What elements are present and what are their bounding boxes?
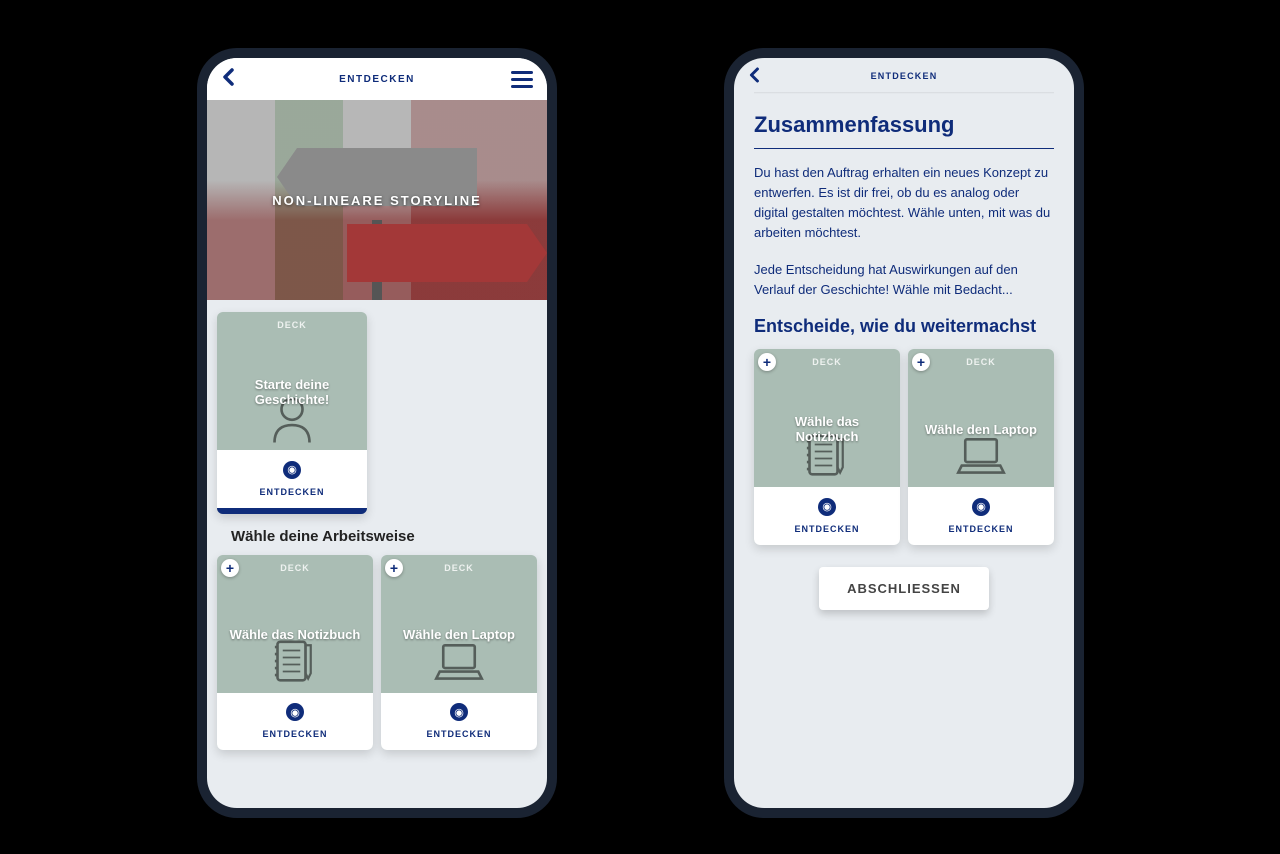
summary-heading: Zusammenfassung [754, 112, 1054, 138]
card-action-label: ENTDECKEN [794, 524, 859, 534]
phone-mockup-left: ENTDECKEN NON-LINEARE STORYLINE DECK Sta… [197, 48, 557, 818]
phone-mockup-right: ENTDECKEN Zusammenfassung Du hast den Au… [724, 48, 1084, 818]
summary-paragraph-2: Jede Entscheidung hat Auswirkungen auf d… [754, 260, 1054, 300]
card-title: Starte deine Geschichte! [217, 377, 367, 407]
hero-banner: NON-LINEARE STORYLINE [207, 100, 547, 300]
compass-icon: ◉ [818, 498, 836, 516]
deck-card-laptop[interactable]: + DECK Wähle den Laptop ◉ ENTDECKEN [908, 349, 1054, 545]
finish-button[interactable]: ABSCHLIESSEN [819, 567, 989, 610]
compass-icon: ◉ [972, 498, 990, 516]
plus-badge-icon: + [385, 559, 403, 577]
card-action-area[interactable]: ◉ ENTDECKEN [217, 693, 373, 751]
deck-card-notebook[interactable]: + DECK Wähle das Notizbuch ◉ ENTDEC [217, 555, 373, 751]
content-area: Zusammenfassung Du hast den Auftrag erha… [734, 94, 1074, 628]
divider [754, 148, 1054, 149]
signpost-arrow-right-icon [347, 224, 547, 282]
compass-icon: ◉ [450, 703, 468, 721]
menu-bar-icon [511, 71, 533, 74]
card-title: Wähle den Laptop [915, 422, 1047, 437]
chevron-left-icon [221, 68, 235, 86]
header-title: ENTDECKEN [339, 74, 415, 85]
card-action-label: ENTDECKEN [948, 524, 1013, 534]
card-tag: DECK [217, 312, 367, 334]
card-action-area[interactable]: ◉ ENTDECKEN [381, 693, 537, 751]
menu-bar-icon [511, 78, 533, 81]
deck-card-notebook[interactable]: + DECK Wähle das Notizbuch ◉ ENTDEC [754, 349, 900, 545]
card-top: Wähle das Notizbuch [217, 577, 373, 693]
menu-button[interactable] [511, 71, 533, 88]
card-action-label: ENTDECKEN [259, 487, 324, 497]
card-action-area[interactable]: ◉ ENTDECKEN [908, 487, 1054, 545]
section-title: Wähle deine Arbeitsweise [231, 528, 535, 545]
summary-paragraph-1: Du hast den Auftrag erhalten ein neues K… [754, 163, 1054, 244]
card-top: Wähle den Laptop [381, 577, 537, 693]
menu-bar-icon [511, 85, 533, 88]
header-title: ENTDECKEN [871, 71, 938, 81]
card-action-label: ENTDECKEN [262, 729, 327, 739]
chevron-left-icon [748, 67, 760, 83]
hero-title: NON-LINEARE STORYLINE [272, 193, 482, 208]
card-progress-bar [217, 508, 367, 514]
card-tag: DECK [217, 555, 373, 577]
card-tag: DECK [381, 555, 537, 577]
card-top: Starte deine Geschichte! [217, 334, 367, 450]
card-top: Wähle das Notizbuch [754, 371, 900, 487]
app-header: ENTDECKEN [207, 58, 547, 100]
compass-icon: ◉ [286, 703, 304, 721]
choose-heading: Entscheide, wie du weitermachst [754, 316, 1054, 338]
screen-right: ENTDECKEN Zusammenfassung Du hast den Au… [734, 58, 1074, 808]
card-title: Wähle den Laptop [393, 627, 525, 642]
card-title: Wähle das Notizbuch [220, 627, 371, 642]
content-area: DECK Starte deine Geschichte! ◉ ENTDECKE… [207, 300, 547, 768]
card-row: + DECK Wähle das Notizbuch ◉ ENTDEC [754, 349, 1054, 545]
card-row: + DECK Wähle das Notizbuch ◉ ENTDEC [217, 555, 537, 751]
deck-card-laptop[interactable]: + DECK Wähle den Laptop ◉ ENTDECKEN [381, 555, 537, 751]
card-title: Wähle das Notizbuch [754, 414, 900, 444]
plus-badge-icon: + [221, 559, 239, 577]
card-top: Wähle den Laptop [908, 371, 1054, 487]
back-button[interactable] [221, 66, 235, 92]
screen-left: ENTDECKEN NON-LINEARE STORYLINE DECK Sta… [207, 58, 547, 808]
card-action-label: ENTDECKEN [426, 729, 491, 739]
card-action-area[interactable]: ◉ ENTDECKEN [217, 450, 367, 508]
app-header: ENTDECKEN [734, 58, 1074, 94]
card-action-area[interactable]: ◉ ENTDECKEN [754, 487, 900, 545]
compass-icon: ◉ [283, 461, 301, 479]
main-deck-card[interactable]: DECK Starte deine Geschichte! ◉ ENTDECKE… [217, 312, 367, 514]
back-button[interactable] [748, 63, 760, 89]
